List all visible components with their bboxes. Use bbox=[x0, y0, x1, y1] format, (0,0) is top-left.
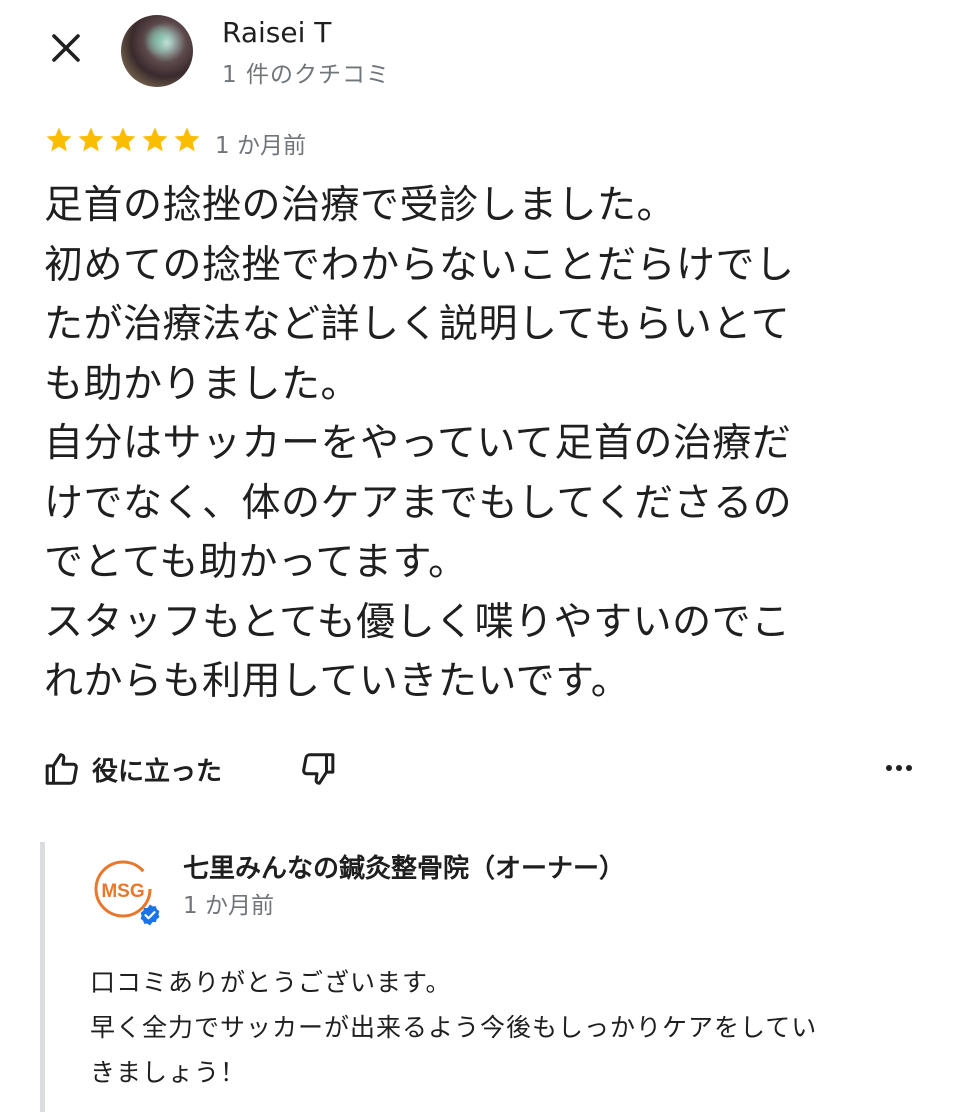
not-helpful-button[interactable] bbox=[298, 750, 336, 792]
verified-badge-icon bbox=[140, 904, 160, 926]
owner-logo-text: MSG bbox=[101, 881, 144, 902]
owner-reply-text: 口コミありがとうございます。 早く全力でサッカーが出来るよう今後もしっかりケアを… bbox=[90, 968, 818, 1087]
reviewer-review-count: 1 件のクチコミ bbox=[222, 62, 390, 88]
review-actions: 役に立った bbox=[44, 750, 914, 800]
more-horizontal-icon bbox=[886, 765, 912, 771]
star-icon bbox=[142, 127, 168, 152]
close-icon bbox=[52, 34, 80, 62]
helpful-button[interactable]: 役に立った bbox=[44, 750, 222, 788]
close-button[interactable] bbox=[44, 26, 92, 74]
owner-reply-date: 1 か月前 bbox=[183, 893, 274, 919]
star-icon bbox=[78, 127, 104, 152]
thumb-up-icon bbox=[45, 753, 78, 785]
owner-reply: MSG 七里みんなの鍼灸整骨院（オーナー） 1 か月前 口コミありがとうございま… bbox=[40, 842, 925, 1112]
star-icon bbox=[174, 127, 200, 152]
owner-name: 七里みんなの鍼灸整骨院（オーナー） bbox=[183, 854, 626, 884]
owner-logo[interactable]: MSG bbox=[90, 856, 160, 926]
star-rating bbox=[44, 125, 202, 155]
reviewer-avatar[interactable] bbox=[121, 15, 193, 87]
more-options-button[interactable] bbox=[884, 758, 914, 782]
review-text: 足首の捻挫の治療で受診しました。 初めての捻挫でわからないことだらけでし たが治… bbox=[44, 183, 795, 704]
thumb-down-icon bbox=[302, 753, 335, 785]
star-icon bbox=[110, 127, 136, 152]
reviewer-name[interactable]: Raisei T bbox=[222, 16, 331, 49]
star-icon bbox=[46, 127, 72, 152]
helpful-label: 役に立った bbox=[92, 756, 223, 787]
review-date: 1 か月前 bbox=[215, 133, 306, 159]
